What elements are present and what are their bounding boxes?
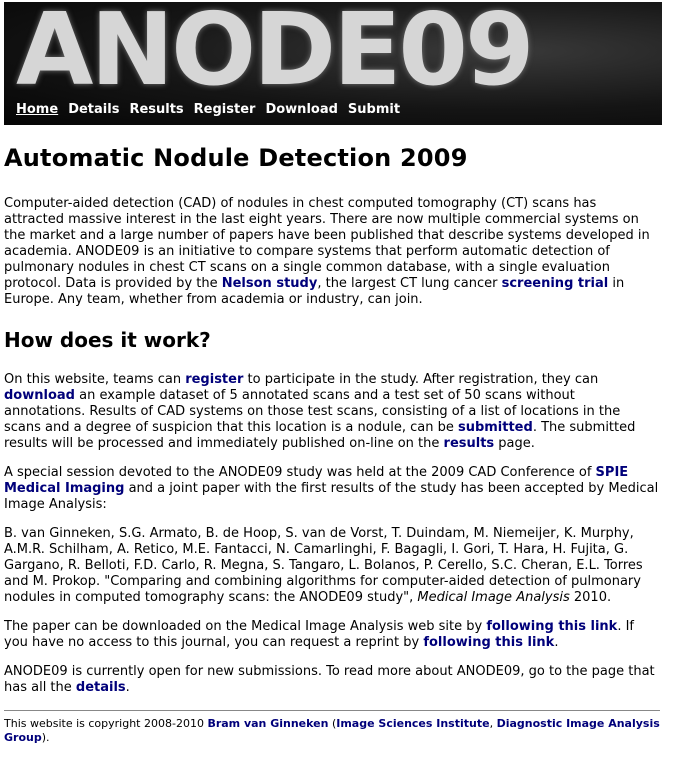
site-banner: ANODE09 Home Details Results Register Do… [4,2,662,125]
nav-download-link[interactable]: Download [265,100,337,120]
download-note-paragraph: The paper can be downloaded on the Medic… [4,619,635,650]
nav-details-link[interactable]: Details [68,100,119,120]
how-paragraph: On this website, teams can register to p… [4,372,636,451]
nav-register-link[interactable]: Register [194,100,256,120]
main-content: Automatic Nodule Detection 2009 Computer… [4,140,660,745]
site-logo-title: ANODE09 [16,2,535,108]
reprint-link[interactable]: following this link [423,635,554,650]
section-heading-how: How does it work? [4,328,211,352]
citation-paragraph: B. van Ginneken, S.G. Armato, B. de Hoop… [4,526,643,605]
main-nav: Home Details Results Register Download S… [16,100,400,120]
screening-trial-link[interactable]: screening trial [502,276,609,291]
register-link[interactable]: register [185,372,243,387]
intro-paragraph: Computer-aided detection (CAD) of nodule… [4,196,650,307]
submitted-link[interactable]: submitted [458,420,533,435]
page-title: Automatic Nodule Detection 2009 [4,144,468,172]
nav-results-link[interactable]: Results [129,100,183,120]
session-paragraph: A special session devoted to the ANODE09… [4,465,659,512]
journal-link[interactable]: following this link [486,619,617,634]
nelson-study-link[interactable]: Nelson study [222,276,318,291]
author-link[interactable]: Bram van Ginneken [207,717,328,730]
results-link[interactable]: results [444,436,495,451]
footer-divider [4,710,660,711]
footer-copyright: This website is copyright 2008-2010 Bram… [4,717,660,744]
details-link[interactable]: details [76,680,126,695]
nav-home-link[interactable]: Home [16,100,58,120]
download-link[interactable]: download [4,388,75,403]
institute-link[interactable]: Image Sciences Institute [336,717,489,730]
open-note-paragraph: ANODE09 is currently open for new submis… [4,664,655,695]
nav-submit-link[interactable]: Submit [348,100,400,120]
journal-name: Medical Image Analysis [417,590,570,605]
